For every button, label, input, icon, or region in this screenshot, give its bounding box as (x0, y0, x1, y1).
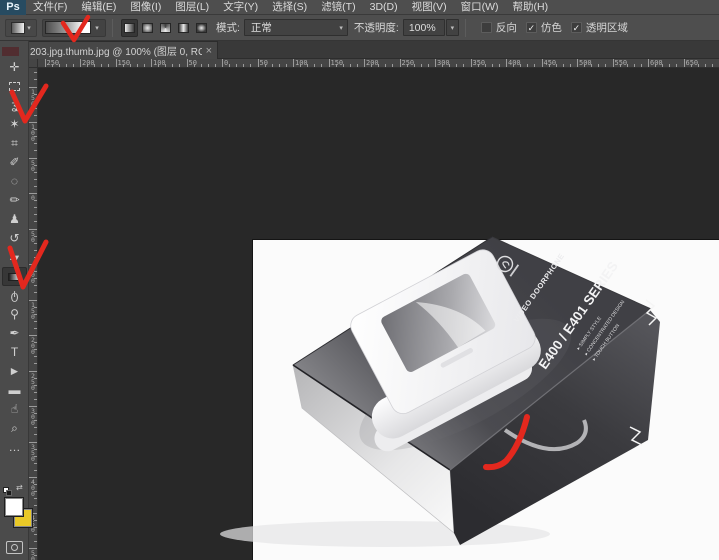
photoshop-window: Ps 文件(F)编辑(E)图像(I)图层(L)文字(Y)选择(S)滤镜(T)3D… (0, 0, 719, 560)
foreground-color-swatch[interactable] (4, 497, 24, 517)
product-box-render: VIDEO DOORPHONE E400 / E401 SERIES ▸ SIM… (0, 0, 719, 560)
box-ground-shadow (220, 521, 550, 547)
